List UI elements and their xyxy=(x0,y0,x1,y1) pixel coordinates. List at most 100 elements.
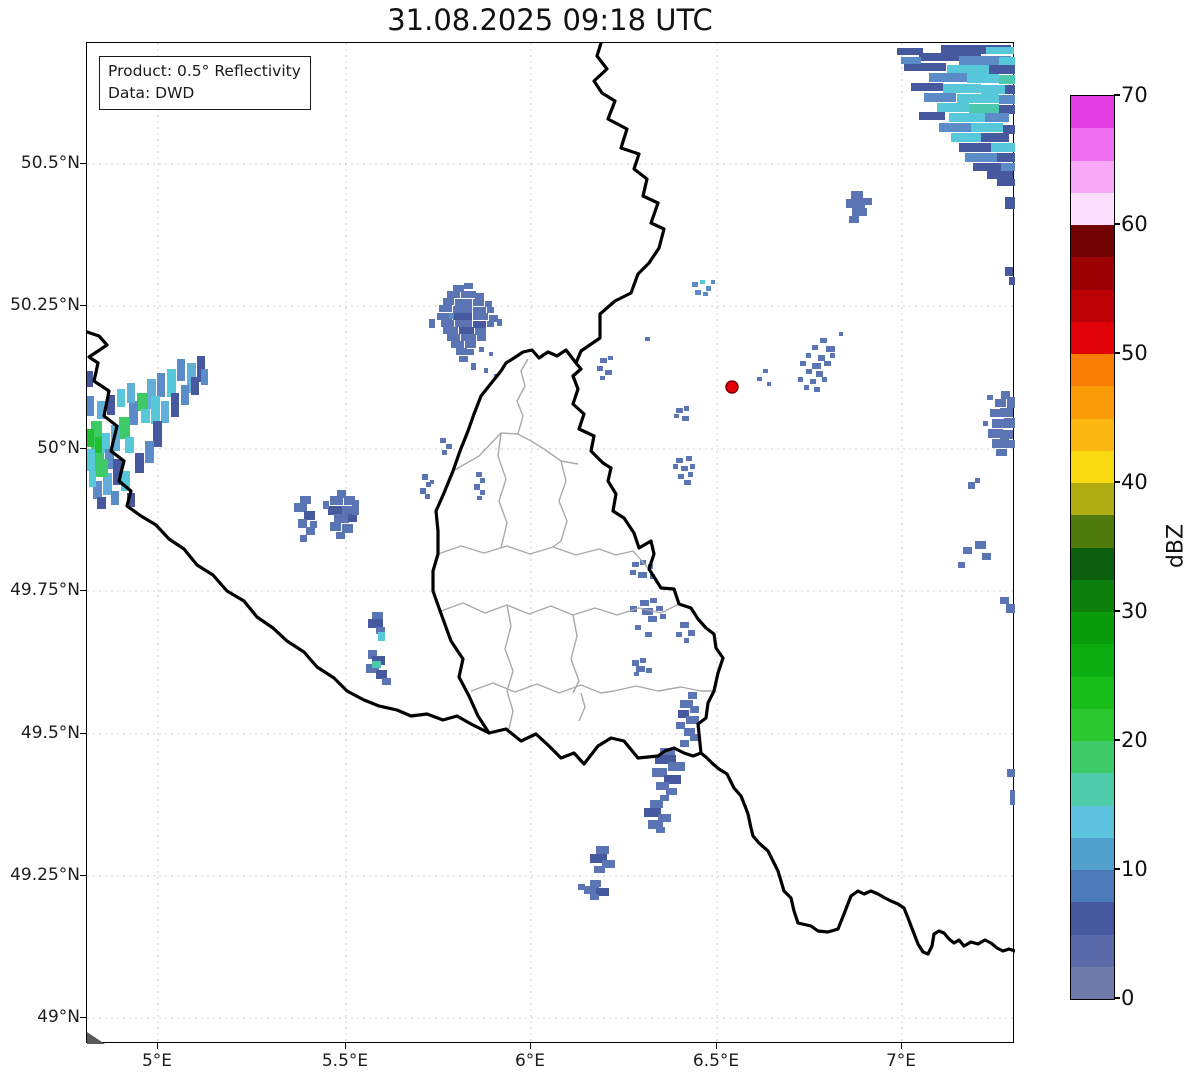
radar-echo xyxy=(990,409,1001,417)
radar-echo xyxy=(1005,85,1015,94)
radar-echo xyxy=(310,521,317,528)
radar-echo xyxy=(129,401,138,425)
colorbar-segment xyxy=(1071,127,1114,161)
y-tick-label: 49.75°N xyxy=(10,580,80,600)
radar-echo xyxy=(447,334,460,341)
radar-echo xyxy=(929,73,967,82)
radar-echo xyxy=(798,377,803,382)
corner-shade xyxy=(87,1032,105,1044)
radar-echo xyxy=(473,313,488,320)
radar-echo xyxy=(479,347,484,352)
radar-echo xyxy=(682,416,689,421)
radar-echo xyxy=(949,113,985,122)
colorbar-tick xyxy=(1114,997,1120,999)
radar-echo xyxy=(1004,418,1015,428)
radar-echo xyxy=(648,616,657,622)
radar-echo xyxy=(442,450,447,455)
colorbar-segment xyxy=(1071,385,1114,419)
radar-echo xyxy=(1000,408,1013,417)
colorbar-tick-label: 0 xyxy=(1121,986,1135,1010)
x-tick-label: 5°E xyxy=(141,1051,173,1071)
radar-echo xyxy=(475,328,486,335)
radar-echo xyxy=(711,280,715,284)
radar-echo xyxy=(489,315,498,322)
radar-echo xyxy=(849,216,859,223)
radar-echo xyxy=(443,327,458,334)
radar-echo xyxy=(157,373,165,397)
info-box: Product: 0.5° Reflectivity Data: DWD xyxy=(99,56,311,110)
radar-echo xyxy=(674,414,679,418)
radar-echo xyxy=(640,600,649,606)
radar-echo xyxy=(947,65,989,74)
radar-echo xyxy=(963,547,972,554)
radar-echo xyxy=(839,332,843,336)
radar-echo xyxy=(420,488,426,494)
radar-echo xyxy=(981,85,1007,94)
radar-echo xyxy=(477,335,486,341)
radar-echo xyxy=(965,153,997,162)
radar-echo xyxy=(676,632,682,637)
radar-echo xyxy=(1009,277,1015,285)
y-tick-label: 50°N xyxy=(37,438,80,458)
radar-echo xyxy=(1003,125,1015,134)
radar-echo xyxy=(681,466,688,471)
radar-echo xyxy=(471,363,476,370)
colorbar-segment xyxy=(1071,256,1114,290)
radar-echo xyxy=(943,84,981,93)
radar-echo xyxy=(336,532,345,539)
radar-echo xyxy=(97,497,106,509)
radar-echo xyxy=(87,429,94,447)
radar-echo xyxy=(897,48,923,55)
map-canvas xyxy=(87,43,1015,1044)
radar-echo xyxy=(464,283,473,289)
radar-echo xyxy=(820,338,827,343)
radar-echo xyxy=(982,553,991,560)
admin-border xyxy=(504,604,514,730)
radar-echo xyxy=(447,291,460,298)
radar-echo xyxy=(87,396,94,416)
radar-echo xyxy=(161,401,169,423)
radar-echo xyxy=(676,408,683,413)
colorbar-segment xyxy=(1071,418,1114,451)
radar-echo xyxy=(959,143,991,152)
radar-echo xyxy=(650,598,657,603)
y-tick-label: 49.5°N xyxy=(20,723,80,743)
y-tick xyxy=(80,874,86,877)
radar-echo xyxy=(680,740,689,747)
radar-echo xyxy=(924,93,956,102)
radar-echo xyxy=(455,299,472,306)
radar-echo xyxy=(328,506,343,515)
x-tick xyxy=(715,1043,718,1049)
colorbar-tick-label: 10 xyxy=(1121,857,1148,881)
radar-echo xyxy=(1005,197,1015,209)
radar-echo xyxy=(181,385,189,405)
colorbar-segment xyxy=(1071,772,1114,806)
colorbar-tick-label: 30 xyxy=(1121,599,1148,623)
radar-echo xyxy=(141,409,150,423)
radar-echo xyxy=(578,884,585,890)
colorbar-tick xyxy=(1114,223,1120,225)
radar-echo xyxy=(632,562,639,567)
radar-echo xyxy=(342,524,353,533)
radar-echo xyxy=(851,191,863,200)
radar-echo xyxy=(666,788,677,795)
radar-echo xyxy=(999,95,1015,104)
admin-border xyxy=(516,358,529,435)
radar-echo xyxy=(330,496,343,505)
radar-echo xyxy=(632,660,639,666)
colorbar-segment xyxy=(1071,805,1114,838)
colorbar-label: dBZ xyxy=(1163,523,1189,569)
radar-echo xyxy=(981,133,1009,142)
radar-echo xyxy=(634,672,639,676)
radar-echo xyxy=(767,382,771,386)
radar-echo xyxy=(125,437,134,453)
colorbar-segment xyxy=(1071,547,1114,580)
radar-echo xyxy=(812,345,818,350)
admin-border xyxy=(452,432,579,472)
radar-echo xyxy=(1007,397,1015,408)
radar-echo xyxy=(446,444,452,449)
radar-echo xyxy=(439,305,452,312)
radar-echo xyxy=(688,630,695,636)
radar-echo xyxy=(1000,597,1009,604)
radar-echo xyxy=(440,438,446,443)
